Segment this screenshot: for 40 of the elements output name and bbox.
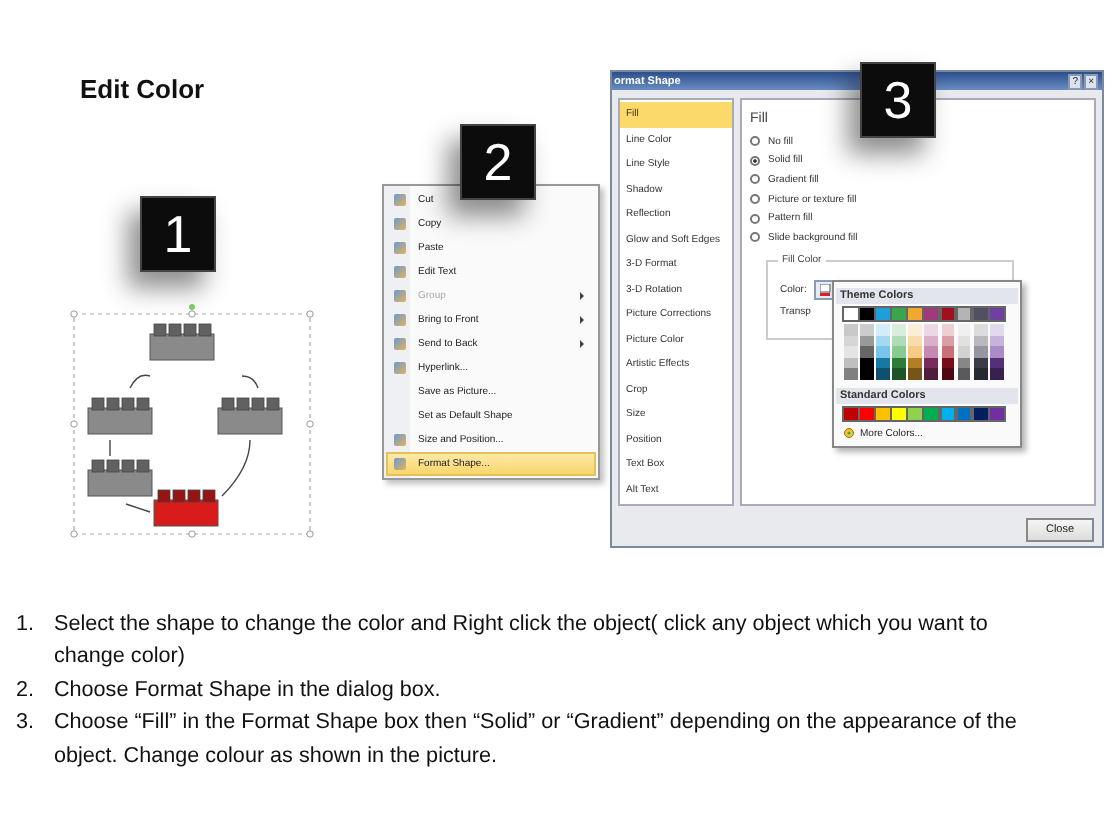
step-number-badge: 3 <box>860 62 936 138</box>
radio-button[interactable] <box>750 136 760 147</box>
step-number-badge: 1 <box>140 196 216 272</box>
step-number: 1. <box>16 610 37 640</box>
step-number-badge: 2 <box>460 124 536 200</box>
instruction-text: Choose “Fill” in the Format Shape box then “Solid” or “Gradient” depending on the appearance of the object. Change colour as shown in the picture. <box>54 708 1019 772</box>
radio-button[interactable] <box>750 232 760 243</box>
color-swatch[interactable] <box>989 407 1004 420</box>
color-swatch[interactable] <box>860 407 874 420</box>
color-swatch[interactable] <box>908 407 923 420</box>
color-swatch[interactable] <box>844 308 858 320</box>
color-swatch[interactable] <box>957 308 971 320</box>
color-swatch[interactable] <box>924 407 939 420</box>
step-number: 3. <box>16 708 37 739</box>
submenu-arrow-icon <box>580 340 584 348</box>
slide-title: Edit Color <box>80 74 207 104</box>
color-swatch[interactable] <box>941 407 955 420</box>
color-swatch[interactable] <box>876 407 890 420</box>
color-swatch[interactable] <box>860 308 874 320</box>
instruction-text: Choose Format Shape in the dialog box. <box>54 675 441 706</box>
radio-button[interactable] <box>750 174 760 185</box>
radio-button[interactable] <box>750 155 760 166</box>
color-swatch[interactable] <box>844 407 858 420</box>
color-swatch[interactable] <box>892 308 907 320</box>
submenu-arrow-icon <box>580 316 584 324</box>
instruction-text: Select the shape to change the color and Right click the object( click any object which you want to change color) <box>54 610 990 673</box>
radio-button[interactable] <box>750 194 760 205</box>
color-swatch[interactable] <box>989 308 1004 320</box>
color-swatch[interactable] <box>973 308 988 320</box>
color-swatch[interactable] <box>973 407 988 420</box>
color-swatch[interactable] <box>924 308 939 320</box>
color-swatch[interactable] <box>892 407 907 420</box>
step-number: 2. <box>16 675 37 706</box>
radio-button[interactable] <box>750 213 760 224</box>
color-swatch[interactable] <box>876 308 890 320</box>
color-swatch[interactable] <box>908 308 923 320</box>
color-wheel-icon <box>844 428 854 439</box>
color-swatch[interactable] <box>957 407 971 420</box>
color-swatch[interactable] <box>941 308 955 320</box>
submenu-arrow-icon <box>580 292 584 300</box>
